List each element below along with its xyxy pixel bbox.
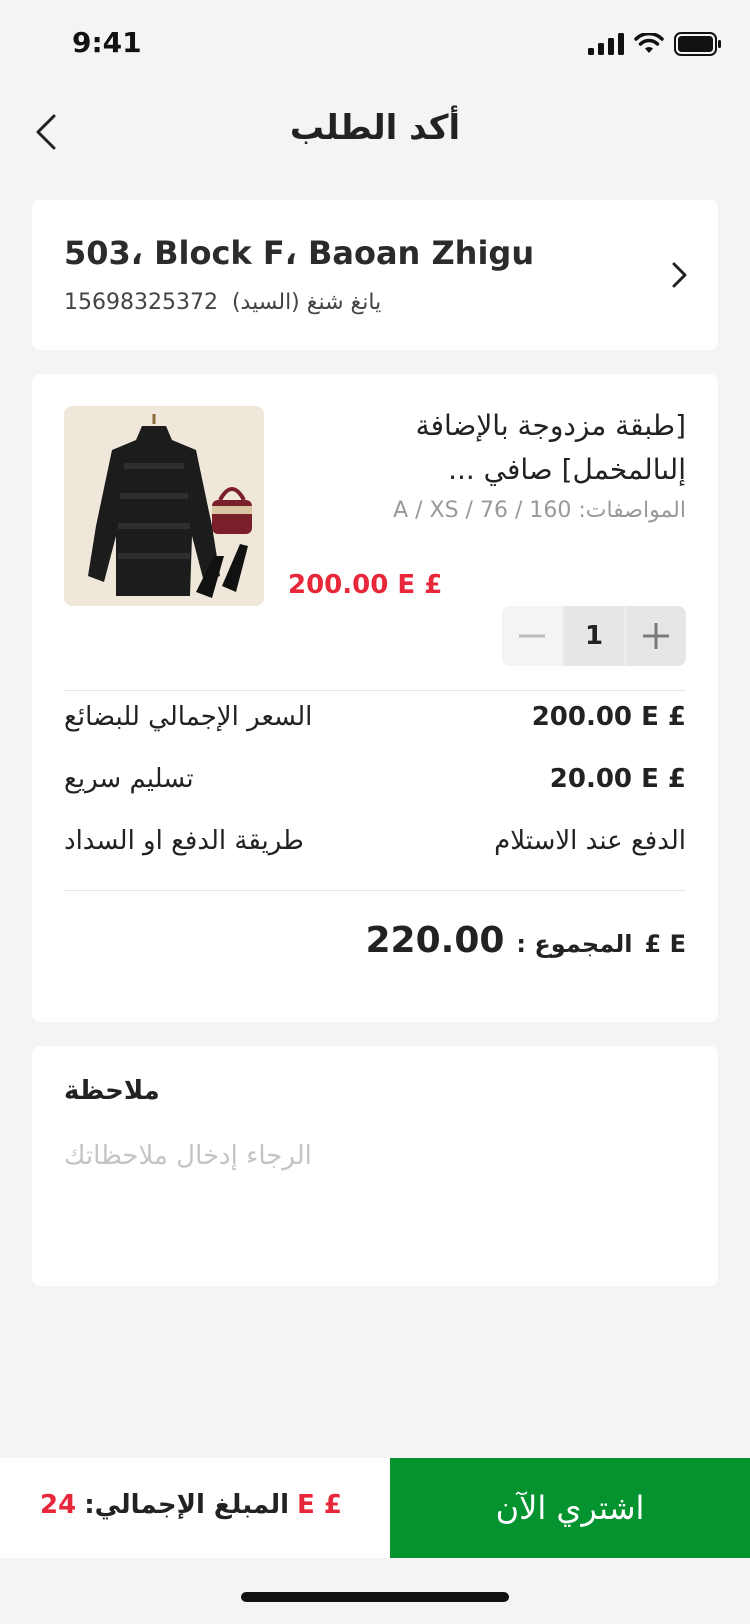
delivery-value: 20.00 E £ (550, 764, 686, 794)
goods-total-currency: E £ (641, 702, 686, 732)
goods-total-label: السعر الإجمالي للبضائع (64, 702, 313, 732)
minus-icon (519, 634, 545, 638)
product-image[interactable] (64, 406, 264, 606)
payment-method-label: طريقة الدفع او السداد (64, 826, 304, 856)
product-price-value: 200.00 (288, 570, 389, 600)
order-card: [طبقة مزدوجة بالإضافة إلىالمخمل] صافي ..… (32, 374, 718, 1022)
product-spec: المواصفات: A / XS / 76 / 160 (393, 498, 686, 523)
goods-total-value: 200.00 E £ (532, 702, 686, 732)
order-total-label: المجموع : (516, 930, 633, 958)
page-title: أكد الطلب (289, 108, 461, 148)
back-arrow-icon (36, 114, 56, 150)
quantity-stepper: 1 (502, 606, 686, 666)
back-button[interactable] (26, 108, 66, 156)
order-total-currency: E £ (644, 930, 686, 958)
divider (64, 890, 686, 891)
status-time: 9:41 (72, 26, 142, 59)
home-indicator (241, 1592, 509, 1602)
goods-total-amount: 200.00 (531, 702, 633, 732)
note-input[interactable] (64, 1126, 686, 1186)
increase-button[interactable] (626, 606, 686, 666)
status-icons (588, 30, 722, 58)
note-title: ملاحظة (64, 1076, 160, 1106)
address-line: 503، Block F، Baoan Zhigu (64, 234, 535, 272)
delivery-currency: E £ (641, 764, 686, 794)
note-card: ملاحظة (32, 1046, 718, 1286)
signal-icon (588, 33, 624, 55)
plus-icon (643, 623, 669, 649)
blouse-image (64, 406, 264, 606)
phone-number: 15698325372 (64, 290, 218, 315)
bottom-total: 24 المبلغ الإجمالي: E £ (40, 1490, 342, 1520)
product-price: 200.00 E £ (288, 570, 442, 600)
decrease-button[interactable] (502, 606, 562, 666)
chevron-right-icon[interactable] (668, 258, 692, 292)
wifi-icon (634, 33, 664, 53)
address-card[interactable]: 503، Block F، Baoan Zhigu 15698325372 يا… (32, 200, 718, 350)
order-total-value: 220.00 (365, 920, 505, 961)
divider (64, 690, 686, 691)
bottom-total-currency: E £ (297, 1490, 342, 1520)
payment-method-value[interactable]: الدفع عند الاستلام (494, 826, 686, 856)
battery-icon (674, 32, 721, 56)
buy-now-button[interactable]: اشتري الآن (390, 1458, 750, 1558)
contact-line: 15698325372 يانغ شنغ (السيد) (64, 290, 381, 315)
bottom-total-amount: 24 (40, 1490, 77, 1520)
bottom-bar: 24 المبلغ الإجمالي: E £ اشتري الآن (0, 1458, 750, 1558)
order-total: 220.00 المجموع : E £ (366, 920, 687, 961)
bottom-total-label: المبلغ الإجمالي: (84, 1490, 290, 1520)
recipient-name: يانغ شنغ (السيد) (231, 290, 382, 315)
product-price-currency: E £ (397, 570, 443, 600)
delivery-amount: 20.00 (549, 764, 633, 794)
delivery-label: تسليم سريع (64, 764, 194, 794)
product-name[interactable]: [طبقة مزدوجة بالإضافة إلىالمخمل] صافي ..… (288, 404, 686, 492)
quantity-value[interactable]: 1 (564, 606, 624, 666)
